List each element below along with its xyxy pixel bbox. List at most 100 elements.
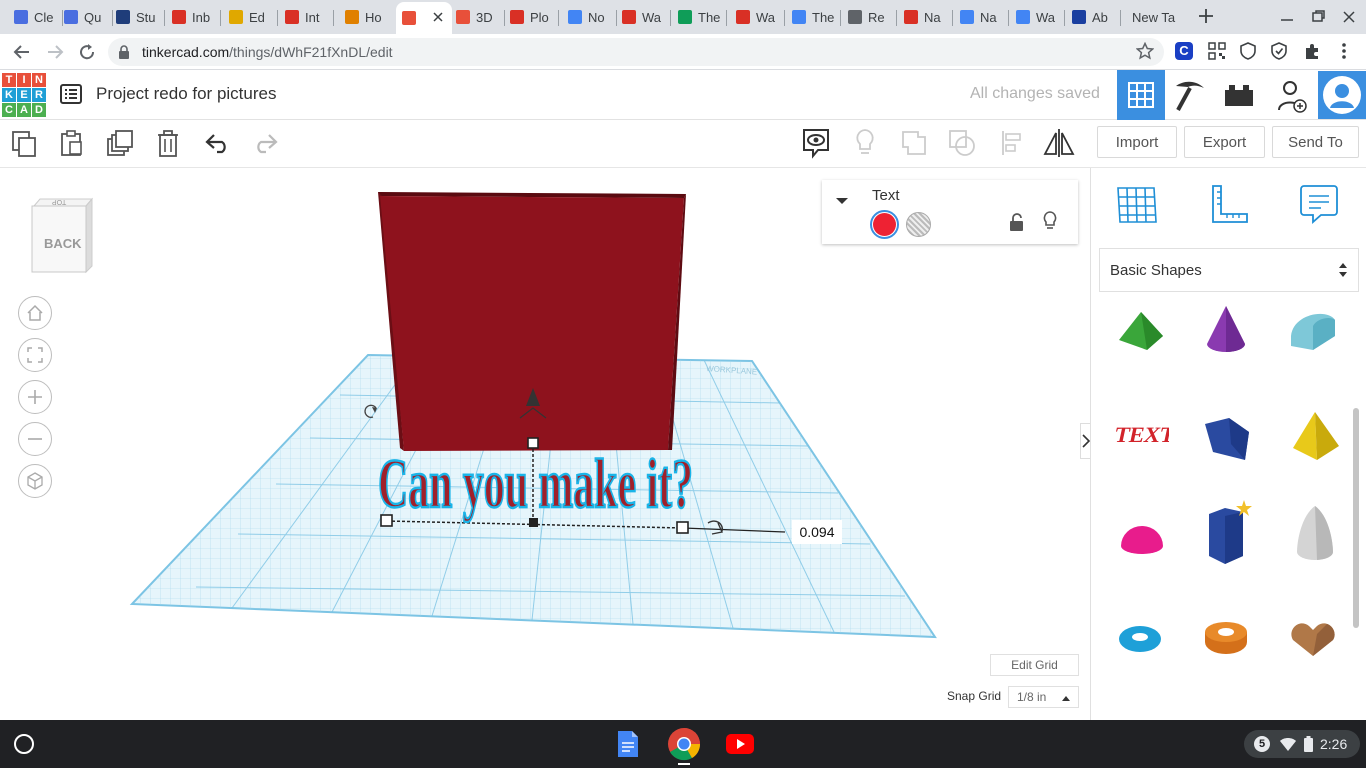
- torus-shape[interactable]: [1117, 622, 1163, 656]
- brick-lego-button[interactable]: [1222, 80, 1256, 110]
- dimension-input[interactable]: 0.094: [792, 520, 842, 544]
- visibility-bulb-icon[interactable]: [1042, 210, 1058, 232]
- minecraft-pickaxe-button[interactable]: [1170, 76, 1208, 114]
- browser-tab[interactable]: Cle: [14, 4, 58, 30]
- notes-tool-icon[interactable]: [1297, 182, 1341, 226]
- clock[interactable]: 2:26: [1320, 736, 1347, 752]
- text-shape[interactable]: TEXT: [1112, 416, 1177, 452]
- browser-tab[interactable]: The: [678, 4, 722, 30]
- bookmark-star-icon[interactable]: [1135, 41, 1155, 60]
- align-icon[interactable]: [1000, 130, 1024, 156]
- box-shape[interactable]: [1201, 414, 1253, 462]
- project-title[interactable]: Project redo for pictures: [96, 84, 276, 104]
- redo-icon[interactable]: [252, 132, 278, 154]
- tube-shape[interactable]: [1203, 618, 1249, 658]
- notification-badge[interactable]: 5: [1254, 736, 1270, 752]
- browser-tab[interactable]: Na: [904, 4, 948, 30]
- add-user-button[interactable]: [1276, 78, 1310, 114]
- browser-tab[interactable]: Plo: [510, 4, 554, 30]
- roof-shape[interactable]: [1115, 306, 1167, 354]
- edit-grid-button[interactable]: Edit Grid: [990, 654, 1079, 676]
- reload-icon[interactable]: [77, 42, 97, 62]
- lightbulb-icon[interactable]: [854, 127, 876, 159]
- panel-toggle-chevron-icon[interactable]: [1080, 423, 1090, 459]
- browser-tab[interactable]: Wa: [1016, 4, 1060, 30]
- undo-icon[interactable]: [205, 132, 231, 154]
- lock-icon[interactable]: [118, 44, 130, 60]
- browser-tab[interactable]: 3D: [456, 4, 500, 30]
- browser-tab[interactable]: [396, 2, 452, 34]
- solid-color-swatch[interactable]: [870, 210, 899, 239]
- browser-tab[interactable]: Int: [285, 4, 329, 30]
- browser-tab[interactable]: New Ta: [1132, 4, 1192, 30]
- scale-handle[interactable]: [676, 521, 689, 534]
- center-handle[interactable]: [529, 518, 538, 527]
- height-handle[interactable]: [527, 437, 539, 449]
- delete-trash-icon[interactable]: [155, 128, 181, 158]
- snap-grid-select[interactable]: 1/8 in: [1008, 686, 1079, 708]
- browser-tab[interactable]: Re: [848, 4, 892, 30]
- url-text[interactable]: tinkercad.com/things/dWhF21fXnDL/edit: [142, 44, 393, 60]
- panel-scrollbar[interactable]: [1353, 408, 1359, 628]
- polygon-shape[interactable]: [1203, 498, 1255, 566]
- browser-tab[interactable]: Ab: [1072, 4, 1116, 30]
- design-list-icon[interactable]: [60, 84, 82, 104]
- close-window-icon[interactable]: [1342, 8, 1356, 26]
- qr-code-icon[interactable]: [1208, 42, 1226, 60]
- browser-tab[interactable]: Qu: [64, 4, 108, 30]
- restore-icon[interactable]: [1311, 8, 1325, 26]
- shield-check-extension-icon[interactable]: [1270, 42, 1288, 60]
- import-button[interactable]: Import: [1097, 126, 1177, 158]
- view-cube-top-label[interactable]: TOP: [52, 198, 66, 205]
- browser-menu-icon[interactable]: [1341, 42, 1347, 60]
- perspective-button[interactable]: [18, 464, 52, 498]
- browser-tab[interactable]: No: [568, 4, 612, 30]
- collapse-chevron-icon[interactable]: [834, 194, 850, 206]
- red-box-shape[interactable]: [378, 192, 686, 451]
- browser-tab[interactable]: Na: [960, 4, 1004, 30]
- send-to-button[interactable]: Send To: [1272, 126, 1359, 158]
- browser-tab[interactable]: Stu: [116, 4, 160, 30]
- export-button[interactable]: Export: [1184, 126, 1265, 158]
- view-cube[interactable]: TOP BACK: [28, 196, 96, 274]
- launcher-icon[interactable]: [14, 734, 34, 754]
- battery-icon[interactable]: [1304, 736, 1313, 752]
- tinkercad-logo[interactable]: T I N K E R C A D: [2, 73, 46, 117]
- home-view-button[interactable]: [18, 296, 52, 330]
- ungroup-icon[interactable]: [948, 129, 976, 157]
- user-avatar[interactable]: [1318, 71, 1366, 119]
- paraboloid-shape[interactable]: [1293, 502, 1337, 564]
- 3d-design-view-button[interactable]: [1117, 70, 1165, 120]
- workplane-viewport[interactable]: WORKPLANE Can you make it? 0.094 TOP BAC…: [0, 168, 1090, 720]
- browser-tab[interactable]: The: [792, 4, 836, 30]
- close-tab-icon[interactable]: [432, 11, 444, 26]
- zoom-in-button[interactable]: [18, 380, 52, 414]
- browser-tab[interactable]: Wa: [736, 4, 780, 30]
- minimize-icon[interactable]: [1280, 8, 1294, 26]
- browser-tab[interactable]: Ho: [345, 4, 389, 30]
- browser-tab[interactable]: Ed: [229, 4, 273, 30]
- cone-shape[interactable]: [1203, 304, 1249, 356]
- google-docs-app-icon[interactable]: [617, 730, 639, 758]
- mirror-icon[interactable]: [1043, 128, 1075, 158]
- heart-shape[interactable]: [1289, 616, 1337, 660]
- zoom-out-button[interactable]: [18, 422, 52, 456]
- puzzle-extensions-icon[interactable]: [1303, 42, 1321, 60]
- back-arrow-icon[interactable]: [12, 42, 32, 62]
- hole-swatch[interactable]: [906, 212, 931, 237]
- forward-arrow-icon[interactable]: [45, 42, 65, 62]
- scale-handle[interactable]: [380, 514, 393, 527]
- wifi-icon[interactable]: [1280, 737, 1296, 751]
- pyramid-shape[interactable]: [1291, 410, 1341, 462]
- unlock-icon[interactable]: [1009, 212, 1025, 232]
- extension-c-icon[interactable]: C: [1175, 42, 1193, 60]
- half-cylinder-shape[interactable]: [1287, 306, 1339, 354]
- shield-extension-icon[interactable]: [1239, 42, 1257, 60]
- paste-icon[interactable]: [58, 129, 86, 157]
- view-cube-face-label[interactable]: BACK: [44, 236, 82, 251]
- notes-visibility-icon[interactable]: [801, 127, 831, 159]
- duplicate-icon[interactable]: [106, 129, 134, 157]
- chrome-app-icon[interactable]: [667, 727, 701, 761]
- half-sphere-shape[interactable]: [1119, 520, 1165, 560]
- shape-category-select[interactable]: Basic Shapes: [1099, 248, 1359, 292]
